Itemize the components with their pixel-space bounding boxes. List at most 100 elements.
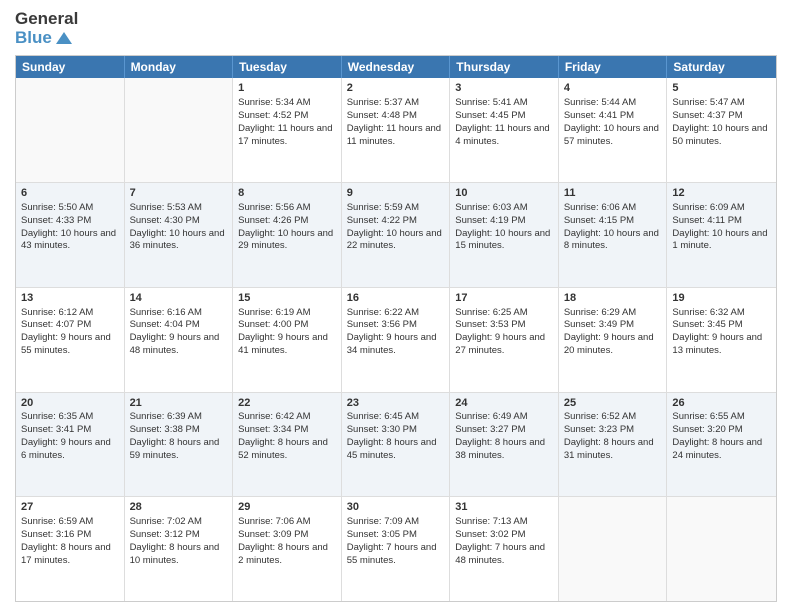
sunset-text: Sunset: 3:12 PM (130, 529, 200, 540)
calendar-cell-day-22: 22Sunrise: 6:42 AMSunset: 3:34 PMDayligh… (233, 393, 342, 497)
sunrise-text: Sunrise: 6:55 AM (672, 411, 744, 422)
day-number: 19 (672, 291, 771, 306)
day-header-wednesday: Wednesday (342, 56, 451, 78)
calendar-cell-day-10: 10Sunrise: 6:03 AM Sunset: 4:19 PM Dayligh… (450, 183, 559, 287)
day-number: 1 (238, 81, 336, 96)
calendar-cell-day-26: 26Sunrise: 6:55 AMSunset: 3:20 PMDayligh… (667, 393, 776, 497)
daylight-text: Daylight: 8 hours and 45 minutes. (347, 437, 437, 461)
calendar-cell-day-25: 25Sunrise: 6:52 AMSunset: 3:23 PMDayligh… (559, 393, 668, 497)
sunrise-text: Sunrise: 6:25 AM (455, 307, 527, 318)
logo: GeneralBlue (15, 10, 78, 47)
day-number: 9 (347, 186, 445, 201)
daylight-text: Daylight: 9 hours and 41 minutes. (238, 332, 328, 356)
calendar-row: 13Sunrise: 6:12 AMSunset: 4:07 PMDayligh… (16, 288, 776, 393)
calendar-row: 6Sunrise: 5:50 AM Sunset: 4:33 PM Daylight… (16, 183, 776, 288)
calendar-cell-day-1: 1Sunrise: 5:34 AM Sunset: 4:52 PM Daylight… (233, 78, 342, 182)
sunset-text: Sunset: 3:45 PM (672, 319, 742, 330)
daylight-text: Daylight: 10 hours and 57 minutes. (564, 123, 659, 147)
day-header-friday: Friday (559, 56, 668, 78)
day-number: 16 (347, 291, 445, 306)
daylight-text: Daylight: 7 hours and 48 minutes. (455, 542, 545, 566)
calendar-cell-day-31: 31Sunrise: 7:13 AMSunset: 3:02 PMDayligh… (450, 497, 559, 601)
calendar-cell-day-24: 24Sunrise: 6:49 AMSunset: 3:27 PMDayligh… (450, 393, 559, 497)
daylight-text: Daylight: 11 hours and 17 minutes. (238, 123, 332, 147)
calendar-row: 20Sunrise: 6:35 AMSunset: 3:41 PMDayligh… (16, 393, 776, 498)
sunrise-text: Sunrise: 6:49 AM (455, 411, 527, 422)
calendar-cell-empty (559, 497, 668, 601)
daylight-text: Daylight: 10 hours and 1 minute. (672, 228, 767, 252)
calendar-cell-day-5: 5Sunrise: 5:47 AMSunset: 4:37 PMDaylight… (667, 78, 776, 182)
day-number: 10 (455, 186, 553, 201)
calendar-cell-day-30: 30Sunrise: 7:09 AMSunset: 3:05 PMDayligh… (342, 497, 451, 601)
sunset-text: Sunset: 3:38 PM (130, 424, 200, 435)
daylight-text: Daylight: 10 hours and 15 minutes. (455, 228, 550, 252)
daylight-text: Daylight: 11 hours and 11 minutes. (347, 123, 441, 147)
sunset-text: Sunset: 4:00 PM (238, 319, 308, 330)
daylight-text: Daylight: 10 hours and 43 minutes. (21, 228, 116, 252)
daylight-text: Daylight: 8 hours and 38 minutes. (455, 437, 545, 461)
sunset-text: Sunset: 4:22 PM (347, 215, 417, 226)
calendar-row: 1Sunrise: 5:34 AM Sunset: 4:52 PM Daylight… (16, 78, 776, 183)
sunrise-text: Sunrise: 7:13 AM (455, 516, 527, 527)
day-header-tuesday: Tuesday (233, 56, 342, 78)
sunrise-text: Sunrise: 5:47 AM (672, 97, 744, 108)
sunset-text: Sunset: 3:20 PM (672, 424, 742, 435)
day-number: 7 (130, 186, 228, 201)
calendar-cell-day-28: 28Sunrise: 7:02 AMSunset: 3:12 PMDayligh… (125, 497, 234, 601)
sunrise-text: Sunrise: 5:50 AM (21, 202, 93, 213)
daylight-text: Daylight: 10 hours and 8 minutes. (564, 228, 659, 252)
daylight-text: Daylight: 9 hours and 13 minutes. (672, 332, 762, 356)
sunrise-text: Sunrise: 5:44 AM (564, 97, 636, 108)
sunset-text: Sunset: 4:26 PM (238, 215, 308, 226)
daylight-text: Daylight: 9 hours and 27 minutes. (455, 332, 545, 356)
day-number: 31 (455, 500, 553, 515)
page-header: GeneralBlue (15, 10, 777, 47)
daylight-text: Daylight: 9 hours and 34 minutes. (347, 332, 437, 356)
sunrise-text: Sunrise: 6:35 AM (21, 411, 93, 422)
sunset-text: Sunset: 3:56 PM (347, 319, 417, 330)
sunrise-text: Sunrise: 7:09 AM (347, 516, 419, 527)
daylight-text: Daylight: 8 hours and 10 minutes. (130, 542, 220, 566)
day-number: 8 (238, 186, 336, 201)
sunset-text: Sunset: 3:16 PM (21, 529, 91, 540)
sunset-text: Sunset: 4:33 PM (21, 215, 91, 226)
day-number: 23 (347, 396, 445, 411)
daylight-text: Daylight: 8 hours and 52 minutes. (238, 437, 328, 461)
sunrise-text: Sunrise: 6:52 AM (564, 411, 636, 422)
daylight-text: Daylight: 8 hours and 2 minutes. (238, 542, 328, 566)
day-number: 4 (564, 81, 662, 96)
day-number: 18 (564, 291, 662, 306)
sunrise-text: Sunrise: 6:03 AM (455, 202, 527, 213)
sunrise-text: Sunrise: 7:06 AM (238, 516, 310, 527)
day-header-saturday: Saturday (667, 56, 776, 78)
day-number: 30 (347, 500, 445, 515)
sunrise-text: Sunrise: 5:37 AM (347, 97, 419, 108)
day-number: 27 (21, 500, 119, 515)
calendar-cell-day-6: 6Sunrise: 5:50 AM Sunset: 4:33 PM Daylight… (16, 183, 125, 287)
calendar-row: 27Sunrise: 6:59 AMSunset: 3:16 PMDayligh… (16, 497, 776, 601)
daylight-text: Daylight: 8 hours and 17 minutes. (21, 542, 111, 566)
sunrise-text: Sunrise: 6:32 AM (672, 307, 744, 318)
sunrise-text: Sunrise: 6:16 AM (130, 307, 202, 318)
sunrise-text: Sunrise: 6:12 AM (21, 307, 93, 318)
calendar-cell-day-12: 12Sunrise: 6:09 AMSunset: 4:11 PMDayligh… (667, 183, 776, 287)
sunset-text: Sunset: 3:53 PM (455, 319, 525, 330)
sunrise-text: Sunrise: 5:34 AM (238, 97, 310, 108)
sunset-text: Sunset: 4:52 PM (238, 110, 308, 121)
calendar-cell-day-8: 8Sunrise: 5:56 AMSunset: 4:26 PMDaylight… (233, 183, 342, 287)
calendar-header: SundayMondayTuesdayWednesdayThursdayFrid… (16, 56, 776, 78)
sunrise-text: Sunrise: 6:45 AM (347, 411, 419, 422)
day-number: 12 (672, 186, 771, 201)
calendar-cell-day-27: 27Sunrise: 6:59 AMSunset: 3:16 PMDayligh… (16, 497, 125, 601)
calendar-cell-day-20: 20Sunrise: 6:35 AMSunset: 3:41 PMDayligh… (16, 393, 125, 497)
day-number: 26 (672, 396, 771, 411)
sunset-text: Sunset: 4:19 PM (455, 215, 525, 226)
day-number: 17 (455, 291, 553, 306)
day-number: 29 (238, 500, 336, 515)
day-number: 6 (21, 186, 119, 201)
calendar-cell-day-2: 2Sunrise: 5:37 AMSunset: 4:48 PMDaylight… (342, 78, 451, 182)
sunrise-text: Sunrise: 6:42 AM (238, 411, 310, 422)
daylight-text: Daylight: 10 hours and 29 minutes. (238, 228, 333, 252)
sunrise-text: Sunrise: 6:09 AM (672, 202, 744, 213)
sunrise-text: Sunrise: 6:19 AM (238, 307, 310, 318)
